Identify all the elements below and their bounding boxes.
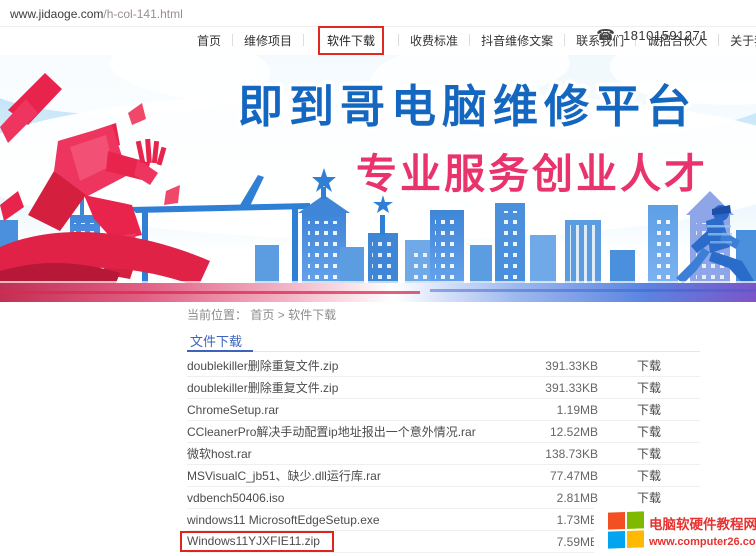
nav-item[interactable]: 抖音维修文案 — [479, 32, 555, 49]
file-size: 2.81MB — [478, 491, 598, 505]
table-row: doublekiller删除重复文件.zip 391.33KB 下载 — [187, 355, 700, 377]
file-name-text: doublekiller删除重复文件.zip — [187, 379, 338, 396]
watermark-site-url: www.computer26.com — [649, 536, 756, 548]
file-size: 7.59MB — [478, 535, 598, 549]
nav-item[interactable]: 维修项目 — [242, 32, 294, 49]
file-name-text: Windows11YJXFIE11.zip — [180, 531, 334, 552]
file-size: 12.52MB — [478, 425, 598, 439]
file-size: 1.73MB — [478, 513, 598, 527]
breadcrumb-separator: > — [278, 308, 285, 322]
hero-banner: 即到哥电脑维修平台 专业服务创业人才 — [0, 55, 756, 302]
file-size: 138.73KB — [478, 447, 598, 461]
file-name: doublekiller删除重复文件.zip — [187, 379, 478, 396]
file-name: doublekiller删除重复文件.zip — [187, 357, 478, 374]
nav-separator — [232, 34, 233, 46]
download-link[interactable]: 下载 — [598, 423, 700, 440]
download-link[interactable]: 下载 — [598, 357, 700, 374]
breadcrumb: 当前位置： 首页 > 软件下载 — [187, 306, 336, 323]
phone-icon: ☎ — [596, 28, 615, 43]
banner-title: 即到哥电脑维修平台 — [238, 81, 697, 132]
file-size: 77.47MB — [478, 469, 598, 483]
file-name-text: MSVisualC_jb51、缺少.dll运行库.rar — [187, 467, 381, 484]
tab-active-underline — [187, 350, 253, 352]
url-host: www.jidaoge.com — [10, 7, 103, 21]
nav-separator — [303, 34, 304, 46]
nav-separator — [564, 34, 565, 46]
file-name: vdbench50406.iso — [187, 491, 478, 505]
site-watermark: 电脑软硬件教程网 www.computer26.com — [594, 504, 756, 556]
file-name-text: vdbench50406.iso — [187, 491, 284, 505]
table-row: doublekiller删除重复文件.zip 391.33KB 下载 — [187, 377, 700, 399]
windows-logo-icon — [608, 511, 644, 548]
nav-separator — [469, 34, 470, 46]
file-name-text: windows11 MicrosoftEdgeSetup.exe — [187, 513, 380, 527]
file-name-text: ChromeSetup.rar — [187, 403, 279, 417]
nav-separator — [718, 34, 719, 46]
banner-illustration: 即到哥电脑维修平台 专业服务创业人才 — [0, 55, 756, 302]
breadcrumb-current[interactable]: 软件下载 — [288, 308, 336, 322]
nav-item[interactable]: 首页 — [195, 32, 223, 49]
file-name: CCleanerPro解决手动配置ip地址报出一个意外情况.rar — [187, 423, 478, 440]
file-name: ChromeSetup.rar — [187, 403, 478, 417]
phone-number: 18101591271 — [623, 28, 708, 43]
table-row: MSVisualC_jb51、缺少.dll运行库.rar 77.47MB 下载 — [187, 465, 700, 487]
banner-subtitle: 专业服务创业人才 — [356, 151, 708, 197]
page: www.jidaoge.com/h-col-141.html 首页维修项目软件下… — [0, 0, 756, 556]
file-size: 391.33KB — [478, 381, 598, 395]
watermark-site-name: 电脑软硬件教程网 — [649, 513, 756, 533]
file-size: 391.33KB — [478, 359, 598, 373]
nav-item[interactable]: 收费标准 — [408, 32, 460, 49]
breadcrumb-home[interactable]: 首页 — [250, 308, 274, 322]
tab-divider — [187, 351, 700, 352]
file-name-text: 微软host.rar — [187, 445, 252, 462]
file-name-text: doublekiller删除重复文件.zip — [187, 357, 338, 374]
nav-separator — [398, 34, 399, 46]
download-link[interactable]: 下载 — [598, 401, 700, 418]
file-name: MSVisualC_jb51、缺少.dll运行库.rar — [187, 467, 478, 484]
browser-url-bar: www.jidaoge.com/h-col-141.html — [0, 0, 756, 27]
download-link[interactable]: 下载 — [598, 379, 700, 396]
file-name: Windows11YJXFIE11.zip — [187, 534, 478, 549]
url-path: /h-col-141.html — [103, 7, 182, 21]
table-row: ChromeSetup.rar 1.19MB 下载 — [187, 399, 700, 421]
tab-file-download[interactable]: 文件下载 — [190, 331, 242, 350]
table-row: 微软host.rar 138.73KB 下载 — [187, 443, 700, 465]
breadcrumb-prefix: 当前位置： — [187, 308, 247, 322]
nav-item[interactable]: 关于我们 — [728, 32, 756, 49]
table-row: CCleanerPro解决手动配置ip地址报出一个意外情况.rar 12.52M… — [187, 421, 700, 443]
file-name: windows11 MicrosoftEdgeSetup.exe — [187, 513, 478, 527]
contact-phone: ☎ 18101591271 — [596, 28, 708, 43]
file-name: 微软host.rar — [187, 445, 478, 462]
download-link[interactable]: 下载 — [598, 445, 700, 462]
page-url: www.jidaoge.com/h-col-141.html — [10, 7, 183, 21]
file-name-text: CCleanerPro解决手动配置ip地址报出一个意外情况.rar — [187, 423, 476, 440]
download-link[interactable]: 下载 — [598, 467, 700, 484]
nav-item[interactable]: 软件下载 — [318, 26, 384, 55]
file-size: 1.19MB — [478, 403, 598, 417]
